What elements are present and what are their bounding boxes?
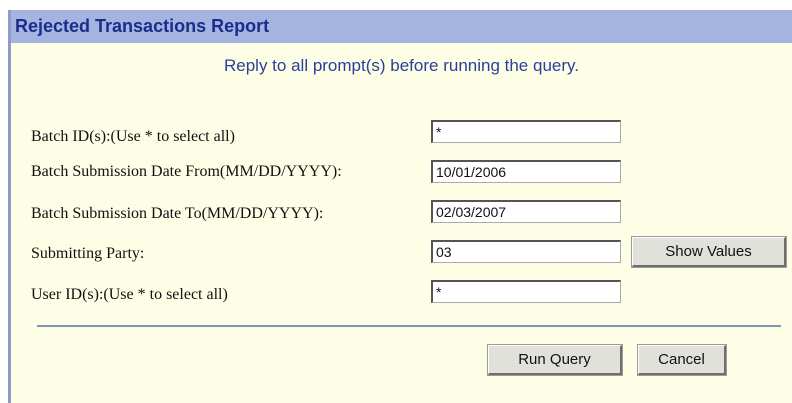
batch-id-label: Batch ID(s):(Use * to select all): [31, 128, 235, 145]
instruction-text: Reply to all prompt(s) before running th…: [224, 56, 579, 75]
report-title: Rejected Transactions Report: [11, 10, 792, 43]
user-id-label: User ID(s):(Use * to select all): [31, 286, 228, 303]
submitting-party-label: Submitting Party:: [31, 245, 145, 262]
show-values-button[interactable]: Show Values: [631, 236, 787, 268]
batch-id-input[interactable]: [431, 120, 621, 143]
cancel-button[interactable]: Cancel: [637, 344, 727, 376]
divider: [37, 325, 781, 327]
report-prompt-panel: Rejected Transactions Report Reply to al…: [8, 10, 792, 403]
submitting-party-input[interactable]: [431, 240, 621, 263]
date-to-label: Batch Submission Date To(MM/DD/YYYY):: [31, 205, 324, 222]
run-query-button[interactable]: Run Query: [487, 344, 623, 376]
user-id-input[interactable]: [431, 280, 621, 303]
date-from-label: Batch Submission Date From(MM/DD/YYYY):: [31, 163, 342, 180]
date-from-input[interactable]: [431, 160, 621, 183]
date-to-input[interactable]: [431, 200, 621, 223]
